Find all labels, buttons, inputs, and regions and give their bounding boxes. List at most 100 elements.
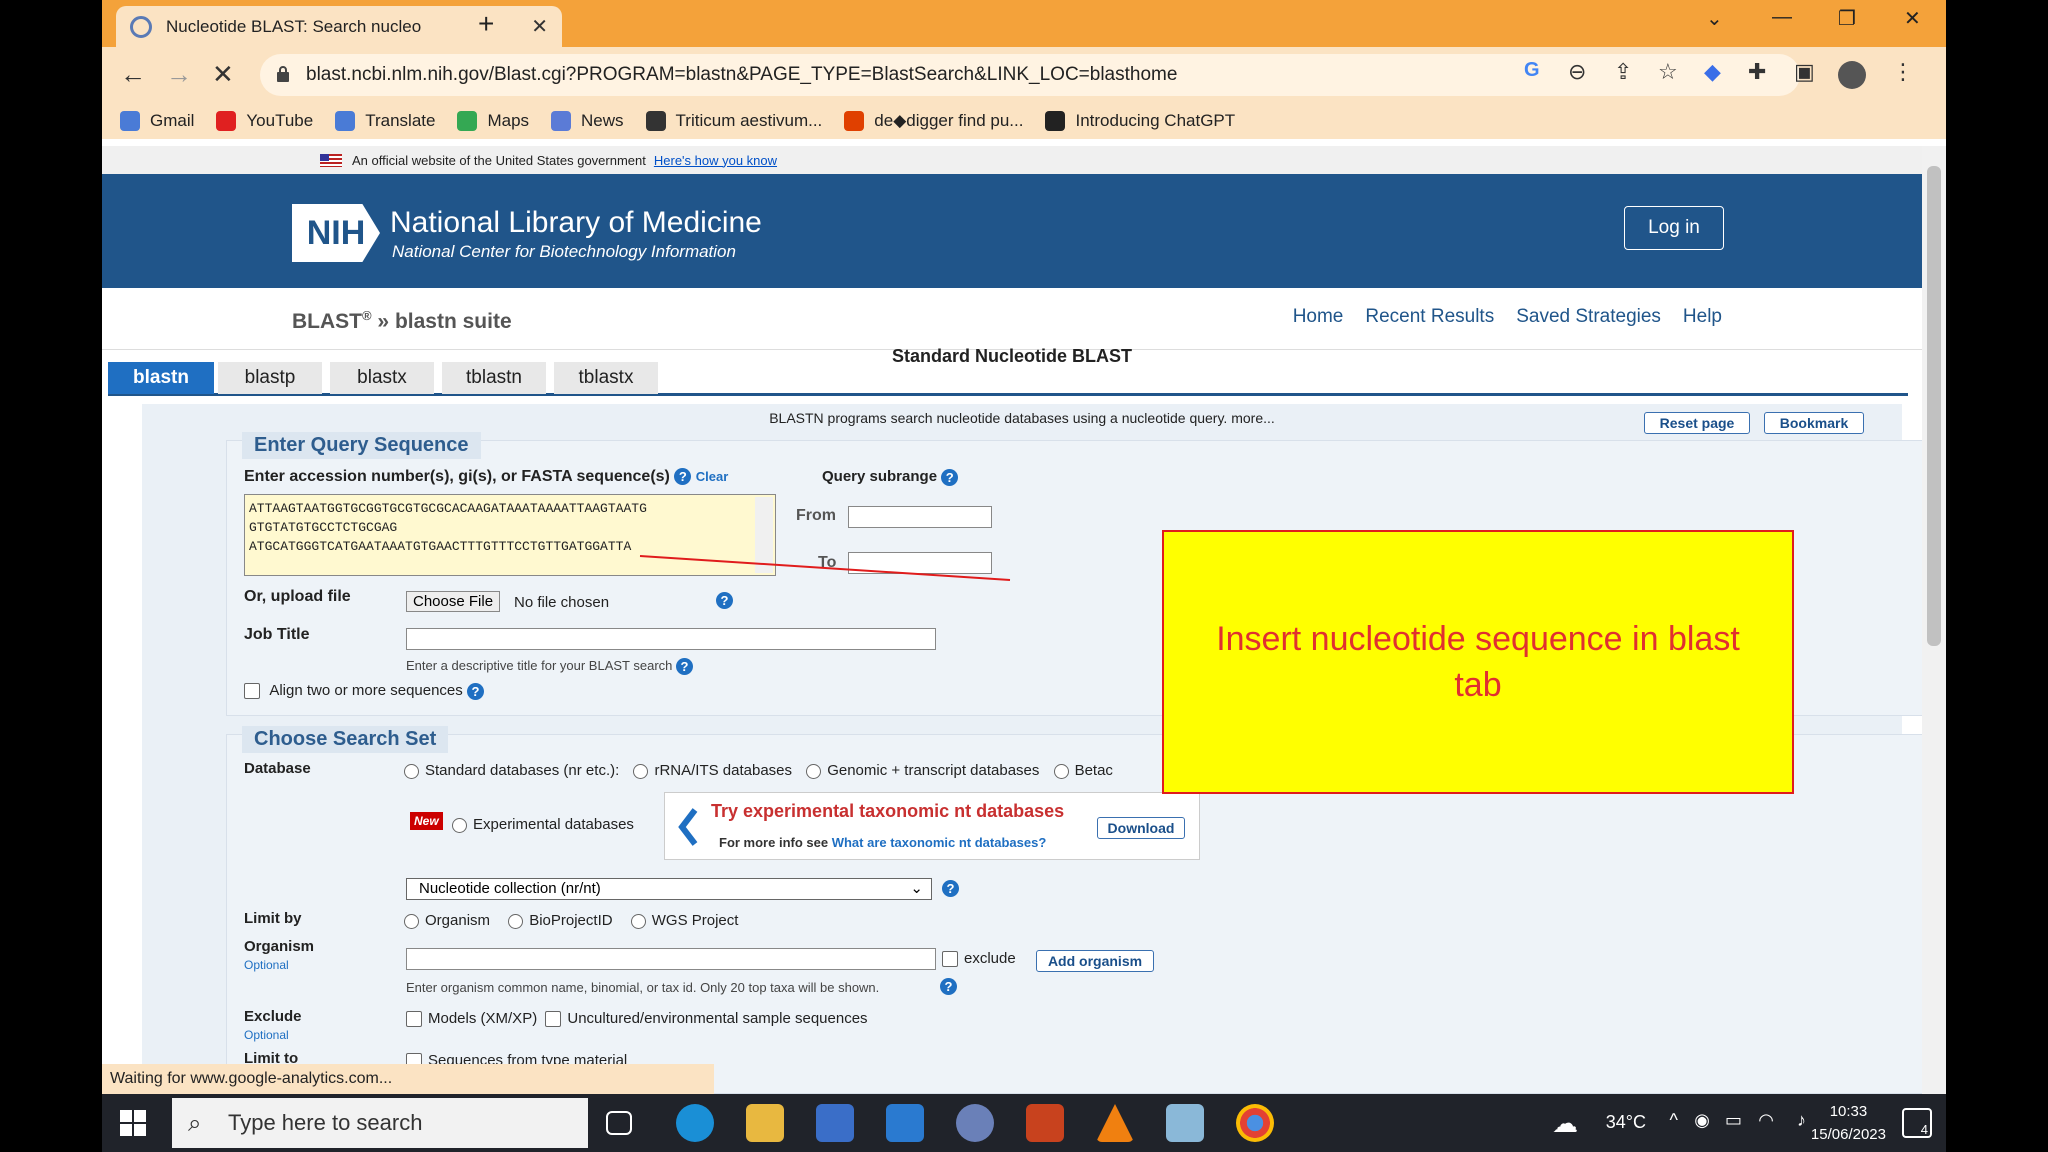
taskbar-search[interactable]: ⌕ Type here to search (172, 1098, 588, 1148)
textarea-scrollbar[interactable] (755, 497, 773, 573)
browser-window: Nucleotide BLAST: Search nucleo ✕ + ⌄ — … (102, 0, 1946, 1094)
organism-hint-text: Enter organism common name, binomial, or… (406, 980, 880, 995)
form-layer: Enter Query Sequence Enter accession num… (102, 0, 1946, 1094)
exclude-text: exclude (964, 950, 1016, 967)
choose-file-button[interactable]: Choose File (406, 591, 501, 612)
experimental-radio[interactable] (452, 817, 467, 833)
uncultured-checkbox[interactable] (545, 1011, 562, 1028)
edge-icon[interactable] (676, 1104, 714, 1142)
page-scrollbar[interactable] (1922, 146, 1946, 1094)
meet-icon[interactable]: ◉ (1694, 1110, 1710, 1131)
file-explorer-icon[interactable] (746, 1104, 784, 1142)
organism-optional: Optional (244, 958, 289, 972)
query-label: Enter accession number(s), gi(s), or FAS… (244, 468, 728, 486)
powerpoint-icon[interactable] (1026, 1104, 1064, 1142)
models-checkbox[interactable] (406, 1011, 422, 1028)
weather-icon[interactable]: ☁ (1552, 1108, 1578, 1139)
job-title-hint: Enter a descriptive title for your BLAST… (406, 658, 694, 676)
scrollbar-thumb[interactable] (1927, 166, 1941, 646)
volume-icon[interactable]: ♪ (1797, 1110, 1806, 1131)
help-icon[interactable]: ? (942, 880, 959, 897)
limit-by-label: Limit by (244, 910, 302, 927)
tray-chevron-icon[interactable]: ^ (1670, 1110, 1678, 1131)
collection-selected: Nucleotide collection (nr/nt) (419, 880, 601, 897)
db-option-betacoronavirus: Betac (1074, 762, 1113, 779)
database-label: Database (244, 760, 311, 777)
align-checkbox[interactable] (244, 683, 260, 700)
promo-text-label: For more info see (719, 835, 829, 850)
db-radio-betacoronavirus[interactable] (1053, 763, 1069, 779)
job-title-label: Job Title (244, 626, 310, 643)
clear-link[interactable]: Clear (696, 469, 729, 484)
from-field[interactable] (848, 506, 992, 528)
mail-icon[interactable] (886, 1104, 924, 1142)
align-option[interactable]: Align two or more sequences ? (244, 682, 484, 700)
help-icon[interactable]: ? (466, 682, 484, 700)
to-field[interactable] (848, 552, 992, 574)
limit-radio-organism[interactable] (404, 913, 419, 929)
screen: Nucleotide BLAST: Search nucleo ✕ + ⌄ — … (0, 0, 2048, 1152)
promo-link[interactable]: What are taxonomic nt databases? (832, 835, 1047, 850)
db-radio-standard[interactable] (404, 763, 419, 779)
exclude-label: Exclude (244, 1008, 302, 1025)
help-icon[interactable]: ? (940, 978, 957, 995)
add-organism-button[interactable]: Add organism (1036, 950, 1154, 972)
db-radio-genomic[interactable] (806, 763, 822, 779)
search-set-legend: Choose Search Set (242, 726, 449, 753)
db-option-genomic: Genomic + transcript databases (827, 762, 1040, 779)
job-title-field[interactable] (406, 628, 936, 650)
exclude-option: exclude (942, 950, 1016, 968)
new-badge: New (410, 812, 443, 830)
exclude-options: Models (XM/XP) Uncultured/environmental … (406, 1010, 868, 1028)
limit-option-wgs: WGS Project (651, 912, 739, 929)
align-text: Align two or more sequences (269, 682, 463, 699)
r-app-icon[interactable] (956, 1104, 994, 1142)
notification-icon[interactable]: 4 (1902, 1108, 1932, 1138)
db-option-standard: Standard databases (nr etc.): (425, 762, 620, 779)
annotation-callout: Insert nucleotide sequence in blast tab (1162, 530, 1794, 794)
store-icon[interactable] (816, 1104, 854, 1142)
to-label: To (818, 554, 837, 571)
wifi-icon[interactable]: ◠ (1758, 1110, 1774, 1131)
promo-text: For more info see What are taxonomic nt … (719, 835, 1046, 850)
clock[interactable]: 10:33 15/06/2023 (1811, 1100, 1886, 1146)
job-title-hint-text: Enter a descriptive title for your BLAST… (406, 658, 673, 673)
sequence-textarea[interactable]: ATTAAGTAATGGTGCGGTGCGTGCGCACAAGATAAATAAA… (244, 494, 776, 576)
limit-radio-wgs[interactable] (630, 913, 646, 929)
upload-label: Or, upload file (244, 588, 351, 605)
uncultured-text: Uncultured/environmental sample sequence… (567, 1010, 868, 1027)
battery-icon[interactable]: ▭ (1725, 1110, 1742, 1131)
experimental-option: Experimental databases (452, 816, 634, 833)
subrange-text: Query subrange (822, 468, 938, 485)
exclude-checkbox[interactable] (942, 951, 958, 968)
promo-box: Try experimental taxonomic nt databases … (664, 792, 1200, 860)
exclude-optional: Optional (244, 1028, 289, 1042)
search-icon: ⌕ (188, 1110, 202, 1137)
help-icon[interactable]: ? (676, 658, 694, 676)
help-icon[interactable]: ? (941, 468, 959, 486)
database-options: Standard databases (nr etc.): rRNA/ITS d… (404, 762, 1113, 779)
taskbar-search-placeholder: Type here to search (228, 1110, 423, 1135)
status-bar: Waiting for www.google-analytics.com... (102, 1064, 714, 1094)
query-label-text: Enter accession number(s), gi(s), or FAS… (244, 468, 670, 485)
query-legend: Enter Query Sequence (242, 432, 481, 459)
windows-start-icon[interactable] (120, 1110, 146, 1136)
db-option-rrna: rRNA/ITS databases (654, 762, 793, 779)
db-radio-rrna[interactable] (633, 763, 649, 779)
limit-radio-bioproject[interactable] (508, 913, 524, 929)
models-text: Models (XM/XP) (428, 1010, 538, 1027)
subrange-label: Query subrange ? (822, 468, 959, 486)
chrome-icon[interactable] (1236, 1104, 1274, 1142)
help-icon[interactable]: ? (674, 468, 692, 486)
task-view-icon[interactable] (606, 1111, 632, 1135)
download-button[interactable]: Download (1097, 817, 1185, 839)
vlc-icon[interactable] (1096, 1104, 1134, 1142)
limit-option-organism: Organism (425, 912, 491, 929)
clock-time: 10:33 (1829, 1103, 1868, 1120)
collection-select[interactable]: Nucleotide collection (nr/nt) ⌄ (406, 878, 932, 900)
organism-field[interactable] (406, 948, 936, 970)
notepad-icon[interactable] (1166, 1104, 1204, 1142)
limit-option-bioproject: BioProjectID (529, 912, 613, 929)
help-icon[interactable]: ? (716, 592, 733, 609)
weather-temp[interactable]: 34°C (1606, 1112, 1646, 1133)
